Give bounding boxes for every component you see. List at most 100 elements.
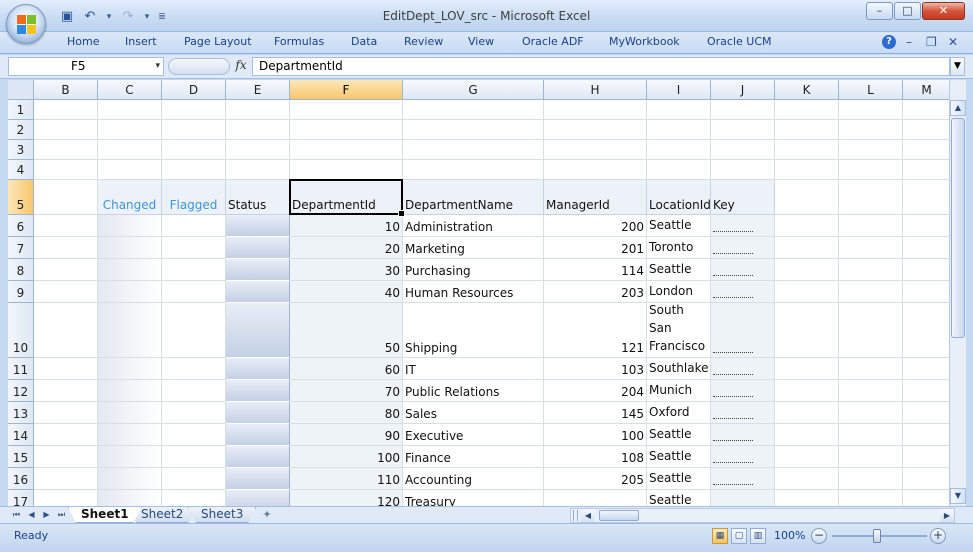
row-header-5[interactable]: 5 [8, 180, 34, 215]
tab-view[interactable]: View [468, 35, 494, 48]
grid-cell[interactable] [903, 358, 949, 380]
grid-cell[interactable] [34, 281, 98, 303]
grid-cell[interactable] [98, 120, 162, 140]
location-cell[interactable]: Seattle [647, 490, 711, 506]
row-header-11[interactable]: 11 [8, 358, 34, 380]
department-id-cell[interactable]: 90 [290, 424, 403, 446]
column-header-b[interactable]: B [34, 80, 98, 100]
zoom-level[interactable]: 100% [774, 529, 805, 542]
location-cell[interactable]: Munich [647, 380, 711, 402]
manager-id-cell[interactable]: 203 [544, 281, 647, 303]
status-cell[interactable] [226, 490, 290, 506]
location-cell[interactable]: South San Francisco [647, 303, 711, 358]
grid-cell[interactable] [162, 100, 226, 120]
grid-cell[interactable] [903, 100, 949, 120]
status-cell[interactable] [226, 281, 290, 303]
status-cell[interactable] [226, 303, 290, 358]
key-cell[interactable] [711, 358, 775, 380]
manager-id-cell[interactable]: 205 [544, 468, 647, 490]
department-id-cell[interactable]: 80 [290, 402, 403, 424]
doc-restore-button[interactable]: ❐ [926, 35, 937, 49]
grid-cell[interactable] [647, 100, 711, 120]
changed-cell[interactable] [98, 259, 162, 281]
department-id-cell[interactable]: 30 [290, 259, 403, 281]
grid-cell[interactable] [775, 160, 839, 180]
grid-cell[interactable] [226, 160, 290, 180]
flagged-cell[interactable] [162, 402, 226, 424]
changed-cell[interactable] [98, 490, 162, 506]
flagged-cell[interactable] [162, 259, 226, 281]
grid-cell[interactable] [34, 160, 98, 180]
manager-id-cell[interactable]: 103 [544, 358, 647, 380]
department-name-cell[interactable]: Administration [403, 215, 544, 237]
grid-cell[interactable] [903, 140, 949, 160]
grid-cell[interactable] [775, 303, 839, 358]
grid-cell[interactable] [34, 237, 98, 259]
grid-cell[interactable] [647, 120, 711, 140]
changed-cell[interactable] [98, 237, 162, 259]
tab-formulas[interactable]: Formulas [274, 35, 324, 48]
grid-cell[interactable] [903, 237, 949, 259]
manager-id-cell[interactable]: 201 [544, 237, 647, 259]
status-cell[interactable] [226, 215, 290, 237]
location-cell[interactable]: Seattle [647, 468, 711, 490]
header-manager-id[interactable]: ManagerId [544, 180, 647, 215]
row-header-2[interactable]: 2 [8, 120, 34, 140]
column-header-j[interactable]: J [711, 80, 775, 100]
department-id-cell[interactable]: 40 [290, 281, 403, 303]
department-name-cell[interactable]: Marketing [403, 237, 544, 259]
flagged-cell[interactable] [162, 281, 226, 303]
flagged-cell[interactable] [162, 237, 226, 259]
flagged-cell[interactable] [162, 380, 226, 402]
department-id-cell[interactable]: 60 [290, 358, 403, 380]
row-header-8[interactable]: 8 [8, 259, 34, 281]
grid-cell[interactable] [162, 140, 226, 160]
grid-cell[interactable] [711, 160, 775, 180]
minimize-button[interactable]: – [866, 2, 893, 20]
tab-myworkbook[interactable]: MyWorkbook [609, 35, 680, 48]
select-all-corner[interactable] [8, 80, 34, 100]
manager-id-cell[interactable]: 108 [544, 446, 647, 468]
grid-cell[interactable] [903, 120, 949, 140]
column-header-d[interactable]: D [162, 80, 226, 100]
row-header-1[interactable]: 1 [8, 100, 34, 120]
page-layout-view-icon[interactable]: ▢ [731, 528, 747, 544]
grid-cell[interactable] [34, 180, 98, 215]
header-key[interactable]: Key [711, 180, 775, 215]
grid-cell[interactable] [775, 424, 839, 446]
status-cell[interactable] [226, 468, 290, 490]
grid-cell[interactable] [903, 281, 949, 303]
page-break-view-icon[interactable]: ▥ [750, 528, 766, 544]
column-header-f[interactable]: F [290, 80, 403, 100]
changed-cell[interactable] [98, 402, 162, 424]
row-header-3[interactable]: 3 [8, 140, 34, 160]
location-cell[interactable]: Seattle [647, 446, 711, 468]
grid-cell[interactable] [775, 490, 839, 506]
grid-cell[interactable] [775, 446, 839, 468]
key-cell[interactable] [711, 380, 775, 402]
grid-cell[interactable] [839, 303, 903, 358]
location-cell[interactable]: Southlake [647, 358, 711, 380]
grid-cell[interactable] [544, 140, 647, 160]
name-box[interactable]: F5 ▾ [8, 57, 164, 76]
tab-oracle-ucm[interactable]: Oracle UCM [707, 35, 772, 48]
department-name-cell[interactable]: IT [403, 358, 544, 380]
row-header-16[interactable]: 16 [8, 468, 34, 490]
flagged-cell[interactable] [162, 446, 226, 468]
header-department-name[interactable]: DepartmentName [403, 180, 544, 215]
status-cell[interactable] [226, 237, 290, 259]
department-name-cell[interactable]: Public Relations [403, 380, 544, 402]
grid-cell[interactable] [544, 100, 647, 120]
department-name-cell[interactable]: Accounting [403, 468, 544, 490]
grid-cell[interactable] [98, 100, 162, 120]
formula-bar-splitter[interactable] [168, 58, 230, 75]
header-status[interactable]: Status [226, 180, 290, 215]
grid-cell[interactable] [647, 160, 711, 180]
grid-cell[interactable] [290, 160, 403, 180]
grid-cell[interactable] [34, 120, 98, 140]
doc-close-button[interactable]: ✕ [948, 35, 958, 49]
grid-cell[interactable] [775, 140, 839, 160]
grid-cell[interactable] [775, 120, 839, 140]
row-header-6[interactable]: 6 [8, 215, 34, 237]
horizontal-scroll-thumb[interactable] [599, 510, 639, 521]
